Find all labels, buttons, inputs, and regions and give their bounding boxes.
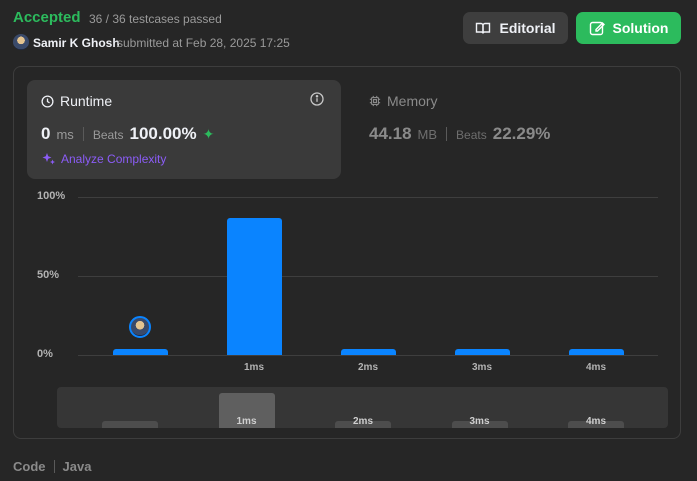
editorial-button[interactable]: Editorial	[463, 12, 568, 44]
clap-icon: ✦	[202, 126, 215, 142]
scroller-tick-label: 2ms	[352, 416, 373, 427]
info-icon[interactable]	[310, 92, 324, 106]
runtime-metric: 0 ms Beats 100.00% ✦	[41, 124, 214, 144]
code-footer: Code Java	[13, 459, 91, 474]
memory-beats-label: Beats	[456, 128, 487, 142]
clock-icon	[41, 94, 54, 108]
memory-unit: MB	[417, 127, 438, 142]
submitted-time: submitted at Feb 28, 2025 17:25	[117, 36, 290, 50]
memory-metric: 44.18 MB Beats 22.29%	[369, 124, 550, 144]
editorial-label: Editorial	[499, 20, 556, 36]
runtime-header: Runtime	[41, 93, 112, 109]
scroller-bar	[102, 421, 158, 428]
memory-beats-value: 22.29%	[492, 124, 551, 143]
sparkle-icon	[42, 153, 55, 165]
divider	[53, 460, 55, 473]
memory-title: Memory	[387, 93, 438, 109]
runtime-value: 0	[41, 124, 51, 143]
divider	[446, 127, 448, 141]
scroller-tick-label: 3ms	[469, 416, 490, 427]
analyze-complexity-link[interactable]: Analyze Complexity	[42, 152, 166, 166]
memory-value: 44.18	[369, 124, 412, 143]
scroller-tick-label: 4ms	[585, 416, 606, 427]
analyze-label: Analyze Complexity	[61, 152, 167, 166]
runtime-beats-value: 100.00%	[129, 124, 197, 143]
solution-button[interactable]: Solution	[576, 12, 681, 44]
book-icon	[476, 22, 491, 34]
code-label: Code	[13, 459, 46, 474]
chart-range-scroller[interactable]: 1ms 2ms 3ms 4ms	[57, 387, 668, 428]
testcases-passed: 36 / 36 testcases passed	[89, 12, 222, 26]
user-name[interactable]: Samir K Ghosh	[33, 36, 120, 50]
divider	[82, 127, 84, 141]
runtime-title: Runtime	[60, 93, 113, 109]
scroller-tick-label: 1ms	[236, 416, 257, 427]
language-label: Java	[62, 459, 92, 474]
user-avatar[interactable]	[13, 34, 29, 50]
submission-status: Accepted	[13, 9, 81, 26]
edit-icon	[589, 21, 605, 36]
solution-label: Solution	[612, 20, 669, 36]
runtime-unit: ms	[56, 127, 74, 142]
chip-icon	[369, 95, 381, 107]
runtime-beats-label: Beats	[92, 128, 124, 142]
memory-header[interactable]: Memory	[369, 93, 438, 109]
